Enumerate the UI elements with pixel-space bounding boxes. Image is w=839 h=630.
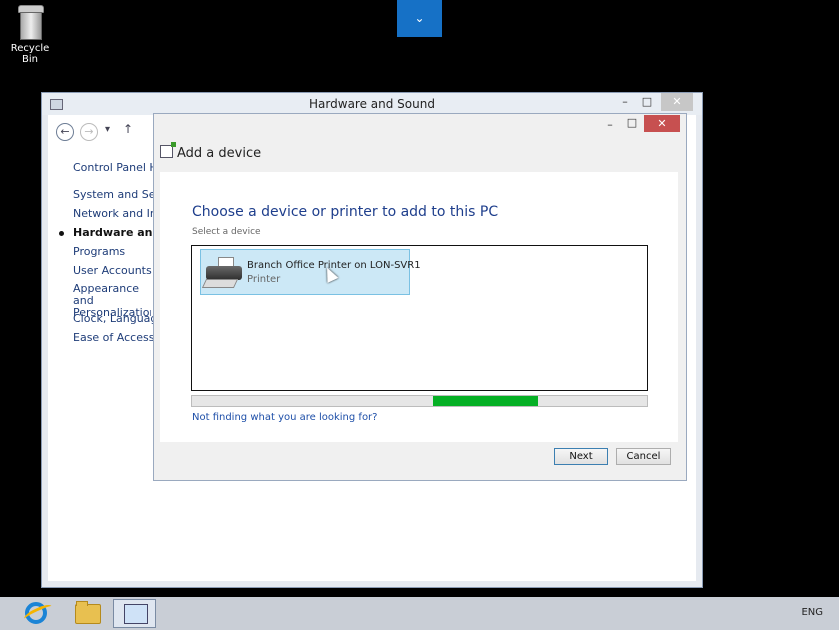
list-item[interactable]: Branch Office Printer on LON-SVR1 Printe… bbox=[200, 249, 421, 295]
printer-icon bbox=[201, 257, 244, 289]
next-button[interactable]: Next bbox=[554, 448, 608, 465]
window-title-bar[interactable]: Hardware and Sound – □ ✕ bbox=[42, 93, 702, 115]
recycle-bin[interactable]: Recycle Bin bbox=[4, 3, 56, 65]
dialog-close-button[interactable]: ✕ bbox=[644, 115, 680, 132]
recycle-bin-icon bbox=[15, 3, 45, 40]
cancel-button[interactable]: Cancel bbox=[616, 448, 671, 465]
arrow-right-icon: → bbox=[84, 125, 94, 138]
forward-button[interactable]: → bbox=[80, 123, 98, 141]
sidebar-item-system-and-security[interactable]: System and Security bbox=[73, 188, 155, 201]
recent-locations-button[interactable]: ▾ bbox=[105, 124, 110, 135]
sidebar-item-network-and-internet[interactable]: Network and Internet bbox=[73, 207, 155, 220]
chevron-down-icon: ▾ bbox=[105, 124, 111, 135]
dialog-content: Choose a device or printer to add to thi… bbox=[160, 172, 678, 442]
active-bullet bbox=[59, 231, 64, 236]
dialog-heading: Choose a device or printer to add to thi… bbox=[192, 204, 499, 220]
internet-explorer-icon bbox=[25, 602, 47, 624]
taskbar-file-explorer[interactable] bbox=[63, 599, 106, 628]
sidebar-item-programs[interactable]: Programs bbox=[73, 245, 155, 258]
up-button[interactable]: ↑ bbox=[123, 122, 133, 136]
sidebar-item-hardware-and-sound[interactable]: Hardware and Sound bbox=[73, 226, 155, 239]
language-indicator[interactable]: ENG bbox=[801, 607, 823, 618]
close-button[interactable]: ✕ bbox=[661, 93, 693, 111]
sidebar-item-control-panel-home[interactable]: Control Panel Home bbox=[73, 161, 155, 174]
add-device-dialog: – □ ✕ Add a device Choose a device or pr… bbox=[153, 113, 687, 481]
arrow-up-icon: ↑ bbox=[123, 122, 134, 136]
dialog-title-bar[interactable]: – □ ✕ bbox=[154, 114, 686, 134]
top-dropdown-tab[interactable]: ⌄ bbox=[397, 0, 442, 37]
sidebar-item-clock-language-region[interactable]: Clock, Language, and Region bbox=[73, 312, 155, 325]
recycle-bin-label: Recycle Bin bbox=[10, 43, 50, 65]
taskbar-internet-explorer[interactable] bbox=[13, 599, 56, 628]
dialog-title: Add a device bbox=[177, 146, 262, 161]
device-list[interactable]: Branch Office Printer on LON-SVR1 Printe… bbox=[191, 245, 648, 391]
progress-fill bbox=[433, 396, 538, 406]
taskbar-control-panel[interactable] bbox=[113, 599, 156, 628]
add-device-icon bbox=[160, 142, 176, 158]
sidebar-item-user-accounts[interactable]: User Accounts bbox=[73, 264, 155, 277]
maximize-button[interactable]: □ bbox=[638, 93, 656, 111]
back-button[interactable]: ← bbox=[56, 123, 74, 141]
dialog-maximize-button[interactable]: □ bbox=[624, 114, 640, 132]
search-progress-bar bbox=[191, 395, 648, 407]
window-title: Hardware and Sound bbox=[309, 97, 435, 111]
control-panel-icon bbox=[124, 604, 148, 624]
dialog-header: Add a device bbox=[160, 142, 262, 161]
select-device-label: Select a device bbox=[192, 227, 261, 237]
device-type: Printer bbox=[247, 274, 281, 285]
taskbar: ENG bbox=[0, 597, 839, 630]
dialog-minimize-button[interactable]: – bbox=[602, 116, 618, 134]
sidebar-item-ease-of-access[interactable]: Ease of Access bbox=[73, 331, 155, 344]
not-finding-link[interactable]: Not finding what you are looking for? bbox=[192, 412, 377, 423]
file-explorer-icon bbox=[75, 601, 101, 624]
minimize-button[interactable]: – bbox=[616, 93, 634, 111]
arrow-left-icon: ← bbox=[60, 125, 70, 138]
chevron-down-icon: ⌄ bbox=[414, 11, 425, 25]
